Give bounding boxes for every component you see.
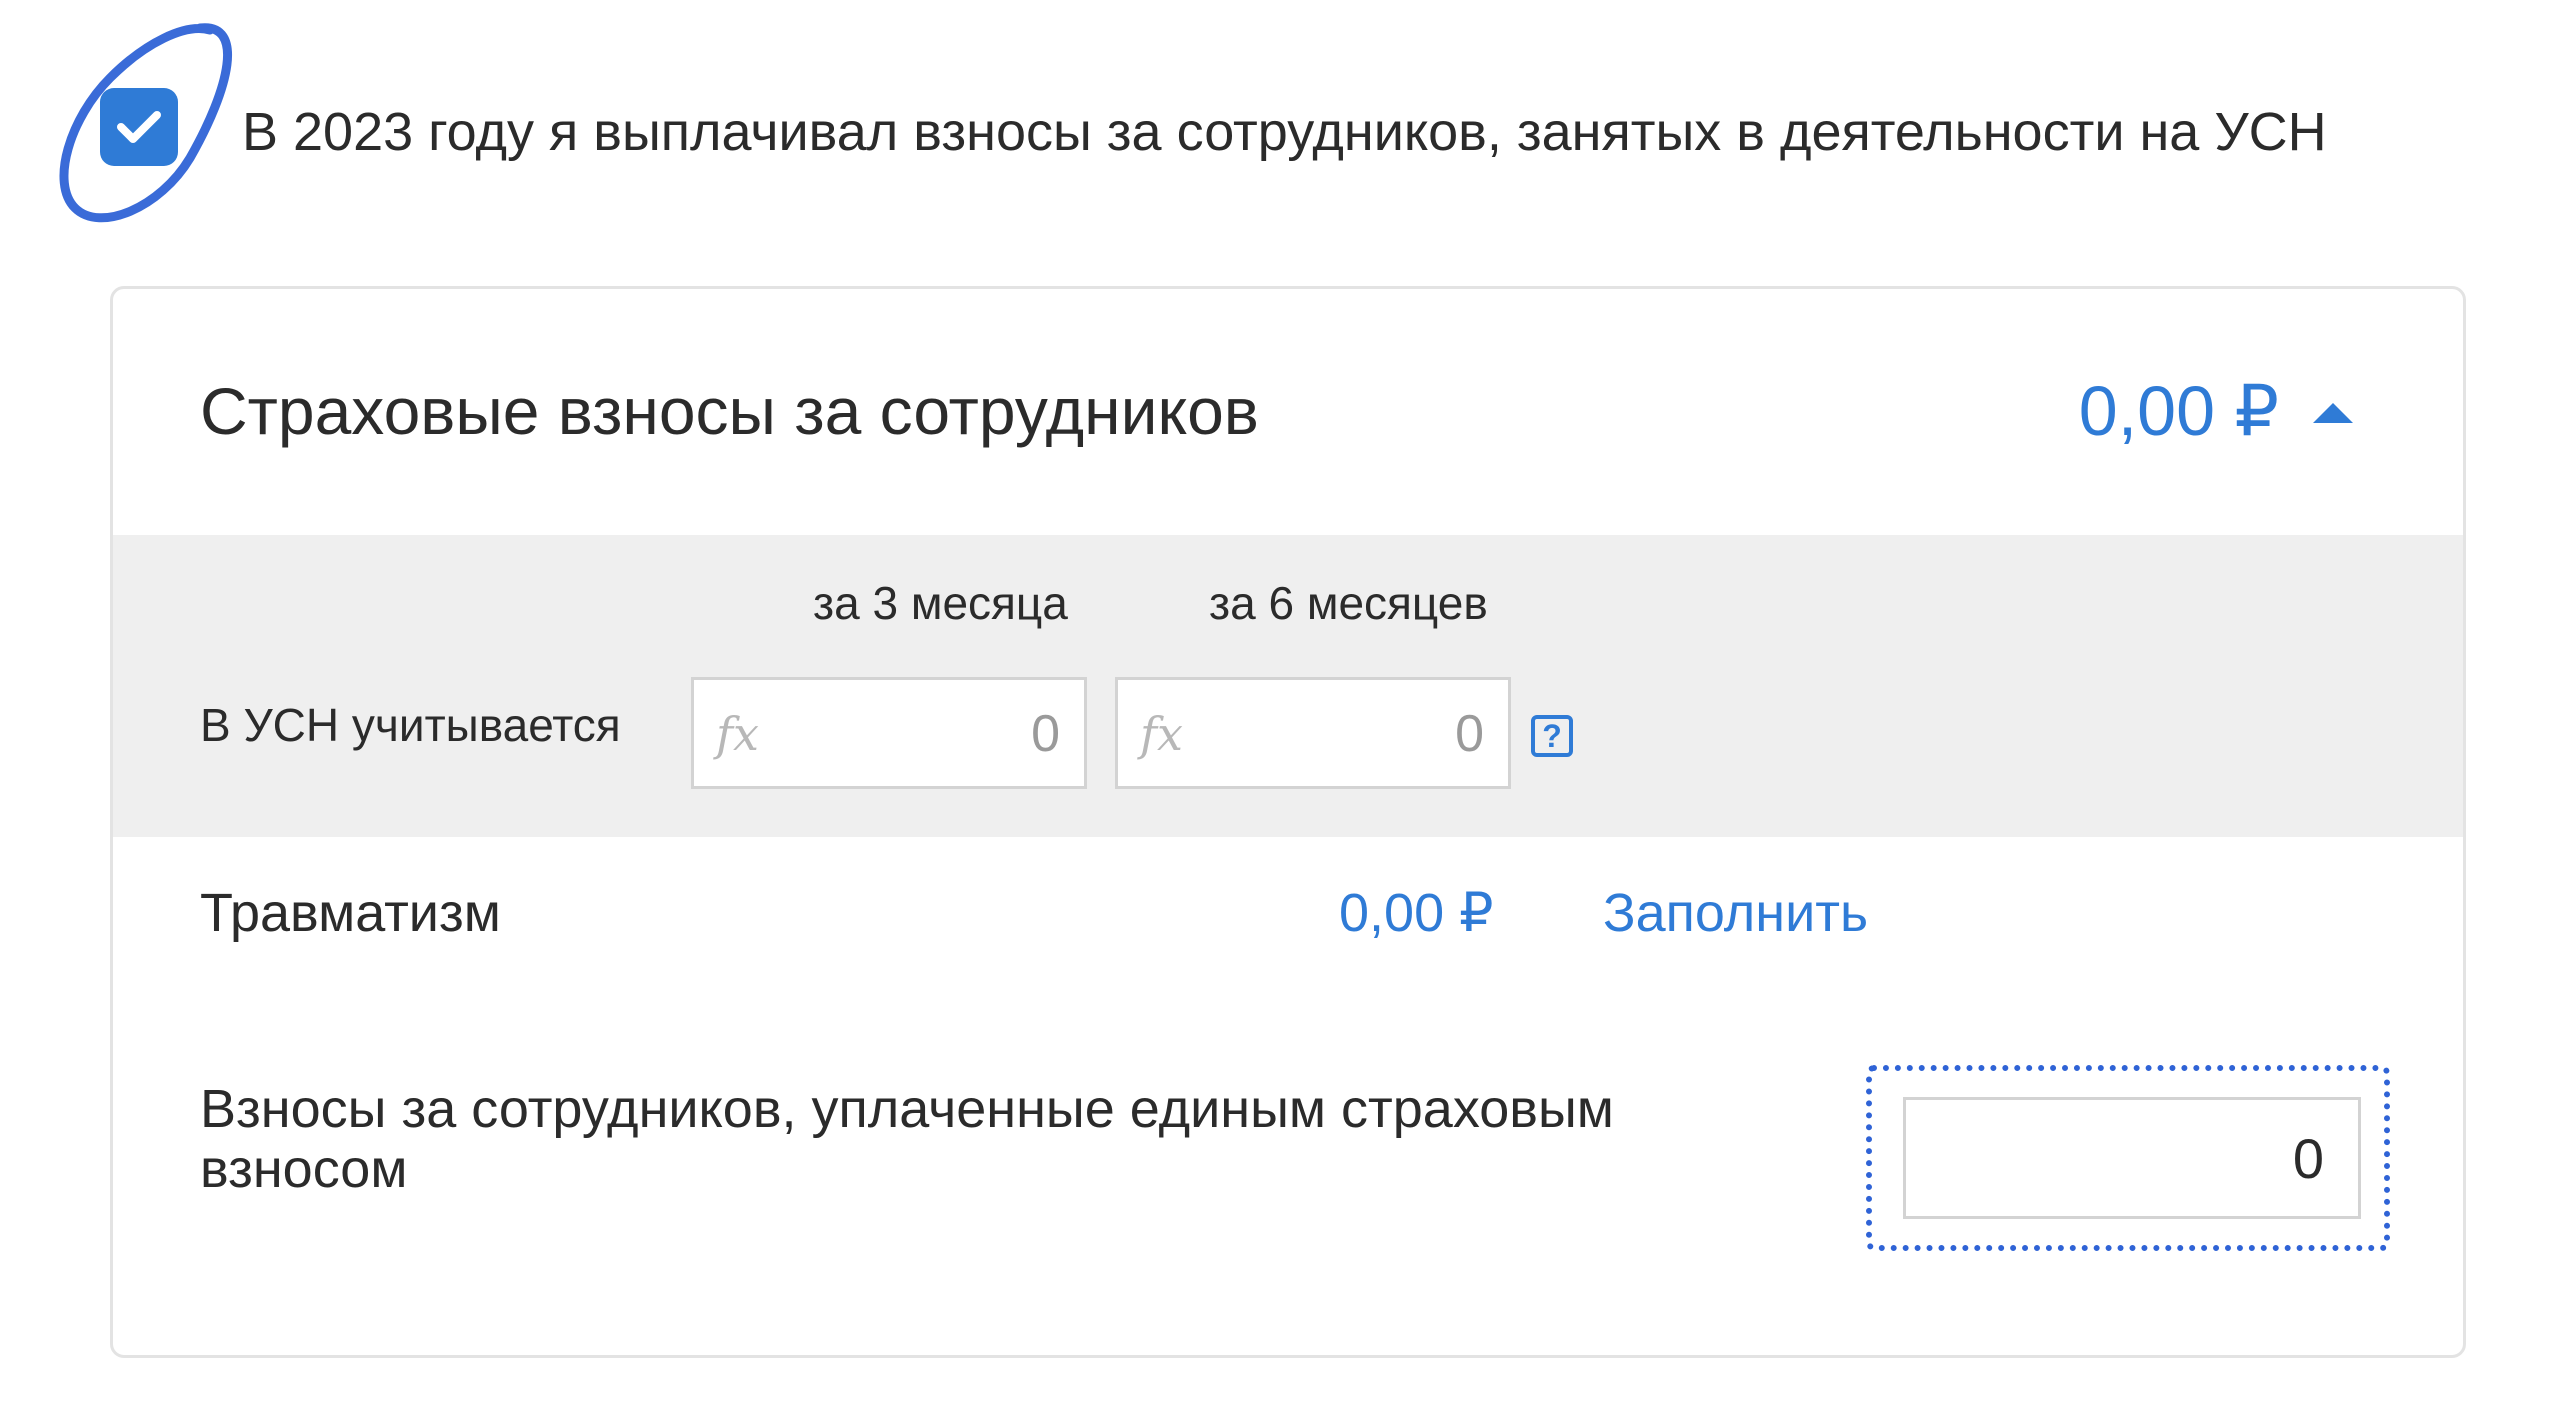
checkbox-label[interactable]: В 2023 году я выплачивал взносы за сотру… xyxy=(242,100,2327,164)
usn-3-months-input[interactable]: fx 0 xyxy=(691,677,1087,789)
usn-6-months-input[interactable]: fx 0 xyxy=(1115,677,1511,789)
column-header-6-months: за 6 месяцев xyxy=(1209,577,1488,629)
single-contribution-label: Взносы за сотрудников, уплаченные единым… xyxy=(200,1079,1614,1199)
fill-trauma-link[interactable]: Заполнить xyxy=(1603,881,1868,945)
single-contribution-input[interactable] xyxy=(1903,1097,2361,1219)
caret-up-icon xyxy=(2313,403,2353,423)
formula-fx-icon: fx xyxy=(716,707,759,761)
card-header[interactable]: Страховые взносы за сотрудников 0,00 ₽ xyxy=(113,289,2463,535)
usn-6-months-value: 0 xyxy=(1455,705,1484,763)
card-total-value: 0,00 ₽ xyxy=(2078,372,2279,450)
card-total-toggle[interactable]: 0,00 ₽ xyxy=(2079,369,2353,453)
usn-accounted-section: за 3 месяца за 6 месяцев В УСН учитывает… xyxy=(113,535,2463,837)
employee-contributions-checkbox-row[interactable]: В 2023 году я выплачивал взносы за сотру… xyxy=(40,18,2540,228)
trauma-value: 0,00 ₽ xyxy=(1339,883,1494,943)
card-title: Страховые взносы за сотрудников xyxy=(200,374,1259,448)
help-question-icon[interactable]: ? xyxy=(1531,715,1573,757)
column-header-3-months: за 3 месяца xyxy=(813,577,1068,629)
insurance-contributions-card: Страховые взносы за сотрудников 0,00 ₽ з… xyxy=(110,286,2466,1358)
usn-accounted-label: В УСН учитывается xyxy=(200,699,621,751)
usn-3-months-value: 0 xyxy=(1031,705,1060,763)
usn-employees-checkbox[interactable] xyxy=(100,88,178,166)
trauma-label: Травматизм xyxy=(200,883,501,943)
checkmark-icon xyxy=(117,111,161,143)
formula-fx-icon: fx xyxy=(1140,707,1183,761)
